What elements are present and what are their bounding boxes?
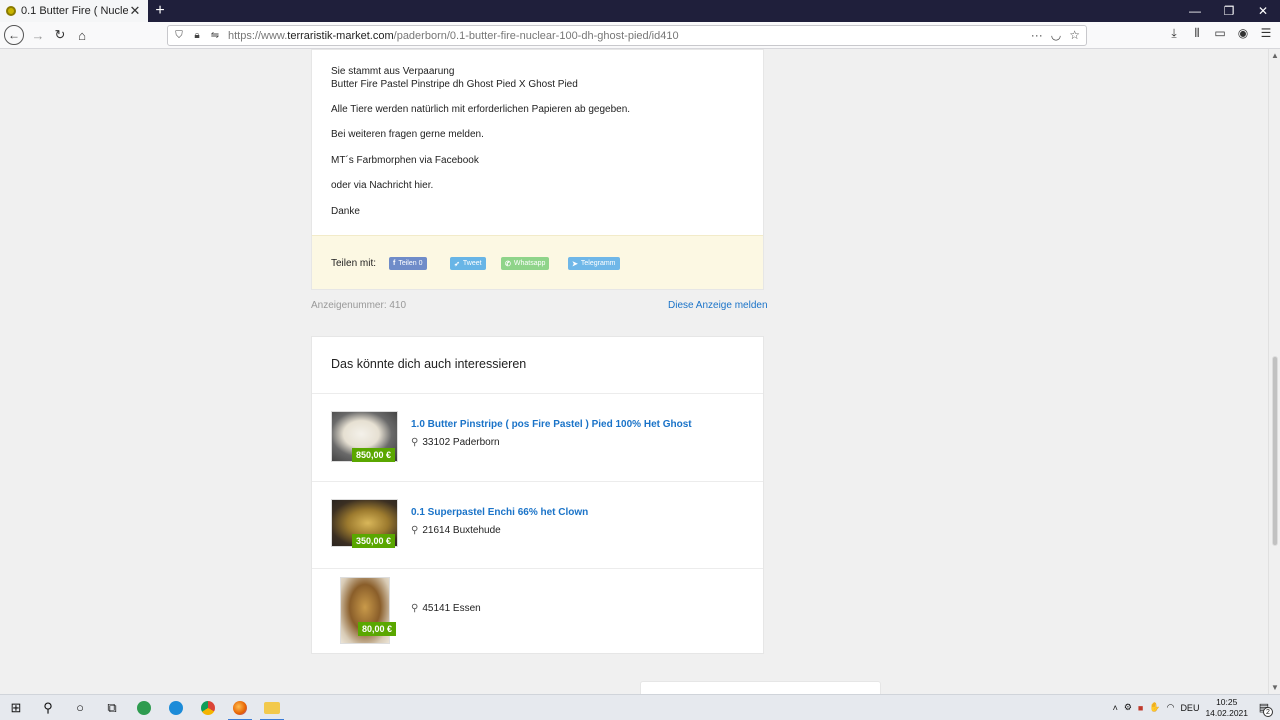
sidebar-card-partial [640, 681, 881, 694]
description-line: Sie stammt aus Verpaarung [331, 66, 455, 77]
page-content: Sie stammt aus Verpaarung Butter Fire Pa… [0, 49, 1268, 694]
language-indicator[interactable]: DEU [1180, 703, 1199, 713]
search-icon[interactable]: ⚲ [32, 695, 64, 720]
ad-title-link[interactable]: 1.0 Butter Pinstripe ( pos Fire Pastel )… [411, 419, 692, 430]
scrollbar-thumb[interactable] [1272, 356, 1278, 546]
price-badge: 80,00 € [358, 622, 397, 636]
share-whatsapp-button[interactable]: ✆ Whatsapp [501, 257, 550, 270]
reload-button[interactable]: ↻ [49, 24, 71, 46]
share-bar: Teilen mit: f Teilen 0 ➶ Tweet ✆ Whatsap… [312, 235, 763, 289]
new-tab-button[interactable]: + [148, 0, 172, 22]
description-line: MT´s Farbmorphen via Facebook [331, 155, 479, 166]
tray-overflow-icon[interactable]: ˄ [1113, 703, 1118, 713]
share-telegram-button[interactable]: ➤ Telegramm [568, 257, 620, 270]
tray-app-icon[interactable]: ⚙ [1124, 702, 1132, 713]
tab-title: 0.1 Butter Fire ( Nuclear) 100% [21, 5, 128, 17]
tab-bar: 0.1 Butter Fire ( Nuclear) 100% ✕ + — ❐ … [0, 0, 1280, 22]
task-view-icon[interactable]: ⧉ [96, 695, 128, 720]
price-badge: 850,00 € [352, 448, 396, 462]
description-line: Butter Fire Pastel Pinstripe dh Ghost Pi… [331, 79, 578, 90]
page-actions-icon[interactable]: ··· [1031, 28, 1043, 42]
back-button[interactable]: ← [4, 25, 24, 45]
window-controls: — ❐ ✕ [1178, 0, 1280, 22]
share-twitter-button[interactable]: ➶ Tweet [450, 257, 486, 270]
permissions-icon[interactable]: ⇋ [208, 30, 222, 41]
location-pin-icon: ⚲ [411, 437, 419, 448]
clock[interactable]: 10:25 14.02.2021 [1205, 697, 1248, 719]
windows-start-icon[interactable]: ⊞ [0, 695, 32, 720]
share-facebook-button[interactable]: f Teilen 0 [389, 257, 427, 270]
windows-taskbar: ⊞ ⚲ ○ ⧉ ˄ ⚙ ■ ✋ ◠ DEU 10:25 14.02.2021 ▤… [0, 694, 1280, 720]
ad-location: ⚲ 33102 Paderborn [411, 437, 500, 448]
bookmark-star-icon[interactable]: ☆ [1069, 28, 1080, 42]
whatsapp-icon: ✆ [505, 260, 511, 268]
related-ad-item[interactable]: 350,00 € 0.1 Superpastel Enchi 66% het C… [312, 482, 763, 569]
file-explorer-icon[interactable] [256, 695, 288, 720]
close-window-icon[interactable]: ✕ [1246, 0, 1280, 22]
scroll-down-icon[interactable]: ▼ [1269, 683, 1280, 692]
facebook-icon: f [393, 260, 396, 267]
system-tray: ˄ ⚙ ■ ✋ ◠ DEU 10:25 14.02.2021 ▤2 [1113, 697, 1280, 719]
download-icon[interactable]: ⤓ [1166, 26, 1182, 41]
site-favicon-icon [6, 6, 16, 16]
scroll-up-icon[interactable]: ▲ [1269, 51, 1280, 60]
ad-title-link[interactable]: 0.1 Superpastel Enchi 66% het Clown [411, 507, 588, 518]
share-label: Teilen mit: [331, 258, 377, 269]
related-ads-title: Das könnte dich auch interessieren [331, 357, 527, 371]
home-button[interactable]: ⌂ [71, 24, 93, 46]
app-green-icon[interactable] [128, 695, 160, 720]
description-line: Alle Tiere werden natürlich mit erforder… [331, 104, 631, 115]
ad-number: Anzeigenummer: 410 [311, 300, 407, 311]
edge-icon[interactable] [160, 695, 192, 720]
network-icon[interactable]: ◠ [1167, 702, 1175, 713]
related-ad-item[interactable]: 80,00 € ⚲ 45141 Essen [312, 569, 763, 656]
navigation-toolbar: ← → ↻ ⌂ ⛉ 🔒︎ ⇋ https://www.terraristik-m… [0, 22, 1280, 49]
menu-icon[interactable]: ☰ [1258, 26, 1274, 41]
ad-description-card: Sie stammt aus Verpaarung Butter Fire Pa… [311, 49, 764, 290]
library-icon[interactable]: ⫴ [1189, 26, 1205, 41]
lock-icon[interactable]: 🔒︎ [190, 30, 204, 41]
tab-close-icon[interactable]: ✕ [128, 3, 142, 19]
ad-location: ⚲ 21614 Buxtehude [411, 525, 501, 536]
tray-antivirus-icon[interactable]: ■ [1138, 703, 1143, 713]
firefox-icon[interactable] [224, 695, 256, 720]
cortana-icon[interactable]: ○ [64, 695, 96, 720]
url-bar[interactable]: ⛉ 🔒︎ ⇋ https://www.terraristik-market.co… [167, 25, 1087, 46]
telegram-icon: ➤ [572, 260, 578, 268]
description-line: Danke [331, 206, 360, 217]
location-pin-icon: ⚲ [411, 525, 419, 536]
location-pin-icon: ⚲ [411, 603, 419, 614]
sidebar-icon[interactable]: ▭ [1212, 26, 1228, 41]
ad-location: ⚲ 45141 Essen [411, 603, 481, 614]
account-icon[interactable]: ◉ [1235, 26, 1251, 41]
chrome-icon[interactable] [192, 695, 224, 720]
notification-center-icon[interactable]: ▤2 [1254, 699, 1274, 717]
minimize-icon[interactable]: — [1178, 0, 1212, 22]
tab-active[interactable]: 0.1 Butter Fire ( Nuclear) 100% ✕ [0, 0, 148, 22]
tray-app2-icon[interactable]: ✋ [1149, 702, 1160, 713]
related-ad-item[interactable]: 850,00 € 1.0 Butter Pinstripe ( pos Fire… [312, 394, 763, 481]
description-line: oder via Nachricht hier. [331, 180, 434, 191]
price-badge: 350,00 € [352, 534, 396, 548]
page-scrollbar[interactable]: ▲ ▼ [1268, 49, 1280, 694]
forward-button[interactable]: → [27, 24, 49, 46]
related-ads-card: Das könnte dich auch interessieren 850,0… [311, 336, 764, 654]
url-text[interactable]: https://www.terraristik-market.com/pader… [228, 30, 679, 42]
shield-icon[interactable]: ⛉ [172, 30, 186, 41]
twitter-icon: ➶ [454, 260, 460, 268]
restore-icon[interactable]: ❐ [1212, 0, 1246, 22]
description-line: Bei weiteren fragen gerne melden. [331, 129, 484, 140]
pocket-icon[interactable]: ◡ [1051, 28, 1061, 42]
report-ad-link[interactable]: Diese Anzeige melden [668, 300, 768, 311]
